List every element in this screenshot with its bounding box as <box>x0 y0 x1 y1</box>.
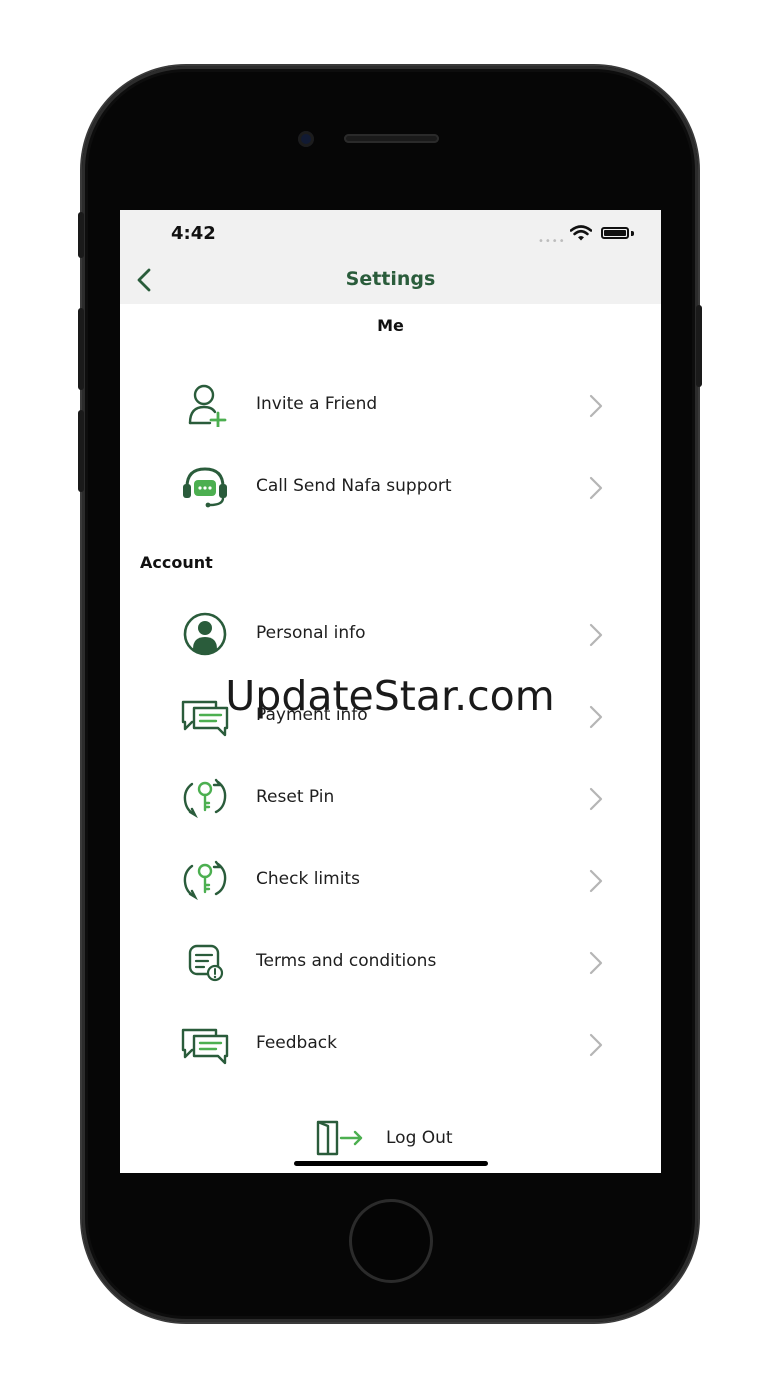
page-title: Settings <box>345 268 436 290</box>
chevron-right-icon <box>589 1033 603 1057</box>
menu-item-label: Personal info <box>256 623 366 643</box>
chevron-right-icon <box>589 951 603 975</box>
menu-item-reset-pin[interactable]: Reset Pin <box>174 768 604 828</box>
chevron-right-icon <box>589 476 603 500</box>
user-avatar-icon <box>183 612 227 656</box>
key-refresh-icon <box>183 778 227 819</box>
earpiece-speaker <box>344 134 439 143</box>
front-camera <box>298 131 314 147</box>
menu-item-terms[interactable]: Terms and conditions <box>174 932 604 992</box>
home-button[interactable] <box>349 1199 433 1283</box>
menu-item-label: Feedback <box>256 1033 337 1053</box>
battery-terminal <box>631 231 634 236</box>
signal-dots: •••• <box>538 236 566 247</box>
menu-item-invite-friend[interactable]: Invite a Friend <box>174 375 604 435</box>
status-time: 4:42 <box>171 223 216 244</box>
chevron-right-icon <box>589 787 603 811</box>
menu-item-label: Invite a Friend <box>256 394 378 414</box>
section-heading-me: Me <box>377 316 404 335</box>
menu-item-personal-info[interactable]: Personal info <box>174 604 604 664</box>
menu-item-check-limits[interactable]: Check limits <box>174 850 604 910</box>
key-refresh-icon <box>183 860 227 901</box>
add-user-icon <box>188 384 227 427</box>
logout-label: Log Out <box>386 1128 453 1148</box>
menu-item-label: Terms and conditions <box>256 951 437 971</box>
chat-bubbles-icon <box>181 1028 229 1065</box>
battery-icon <box>601 227 629 239</box>
menu-item-feedback[interactable]: Feedback <box>174 1014 604 1074</box>
headset-support-icon <box>183 467 227 508</box>
chevron-right-icon <box>589 394 603 418</box>
menu-item-call-support[interactable]: Call Send Nafa support <box>174 457 604 517</box>
menu-item-label: Reset Pin <box>256 787 335 807</box>
document-info-icon <box>188 944 224 982</box>
power-button <box>696 305 702 387</box>
watermark: UpdateStar.com <box>225 672 555 720</box>
menu-item-label: Call Send Nafa support <box>256 476 452 496</box>
volume-up-button <box>78 308 84 390</box>
volume-down-button <box>78 410 84 492</box>
chevron-right-icon <box>589 623 603 647</box>
logout-button[interactable]: Log Out <box>313 1118 473 1158</box>
wifi-icon <box>570 225 592 241</box>
chevron-right-icon <box>589 869 603 893</box>
section-heading-account: Account <box>140 553 213 572</box>
exit-door-icon <box>316 1120 363 1156</box>
home-indicator <box>294 1161 488 1166</box>
mute-switch <box>78 212 84 258</box>
menu-item-label: Check limits <box>256 869 360 889</box>
